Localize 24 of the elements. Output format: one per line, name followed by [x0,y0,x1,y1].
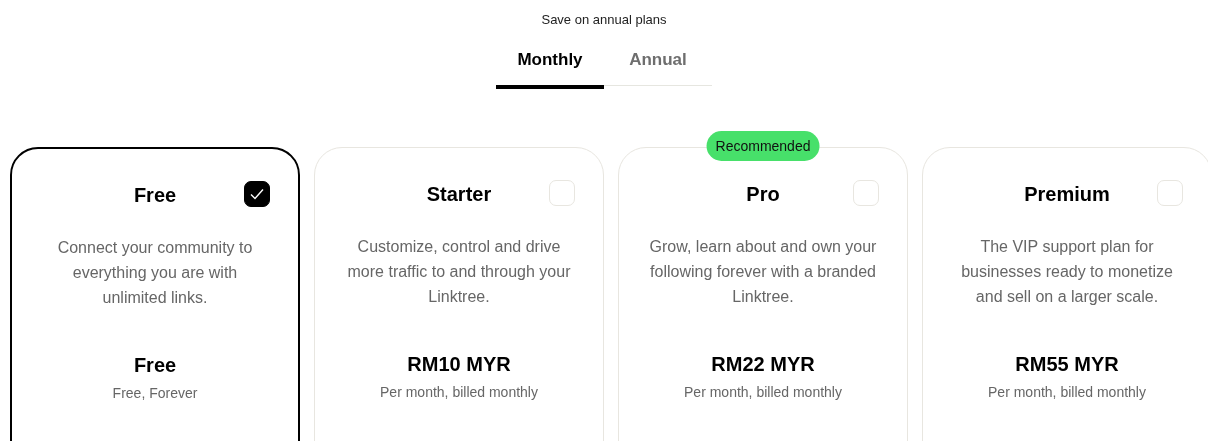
plan-price: RM55 MYR [1015,353,1119,376]
plan-description: Grow, learn about and own your following forever with a branded Linktree. [648,237,878,307]
plan-card[interactable]: Starter Customize, control and drive more traffic to and through your Linktree. RM10 MYR Per month, billed monthly [314,147,604,441]
plan-price: Free [133,354,177,377]
plan-price: RM22 MYR [711,353,815,376]
plan-description: Connect your community to everything you are with unlimited links. [56,238,254,308]
recommended-badge: Recommended [706,131,820,161]
billing-tab[interactable]: Annual [604,45,712,86]
plan-description: Customize, control and drive more traffic to and through your Linktree. [346,237,572,307]
billing-note: Free, Forever [112,385,198,401]
plan-name: Premium [1024,182,1110,207]
plan-name: Pro [746,182,780,207]
plan-description: The VIP support plan for businesses ready to monetize and sell on a larger scale. [960,237,1174,307]
billing-note: Per month, billed monthly [380,384,538,400]
billing-tab[interactable]: Monthly [496,45,604,89]
plan-price: RM10 MYR [407,353,511,376]
billing-note: Per month, billed monthly [988,384,1146,400]
plan-checkbox[interactable] [244,181,270,207]
plan-card[interactable]: Free Connect your community to everything you are with unlimited links. Free Free, Forever [10,147,300,441]
check-icon [250,188,264,200]
plan-name: Free [133,183,177,208]
promo-text: Save on annual plans [540,11,668,29]
billing-note: Per month, billed monthly [684,384,842,400]
plan-name: Starter [426,182,492,207]
